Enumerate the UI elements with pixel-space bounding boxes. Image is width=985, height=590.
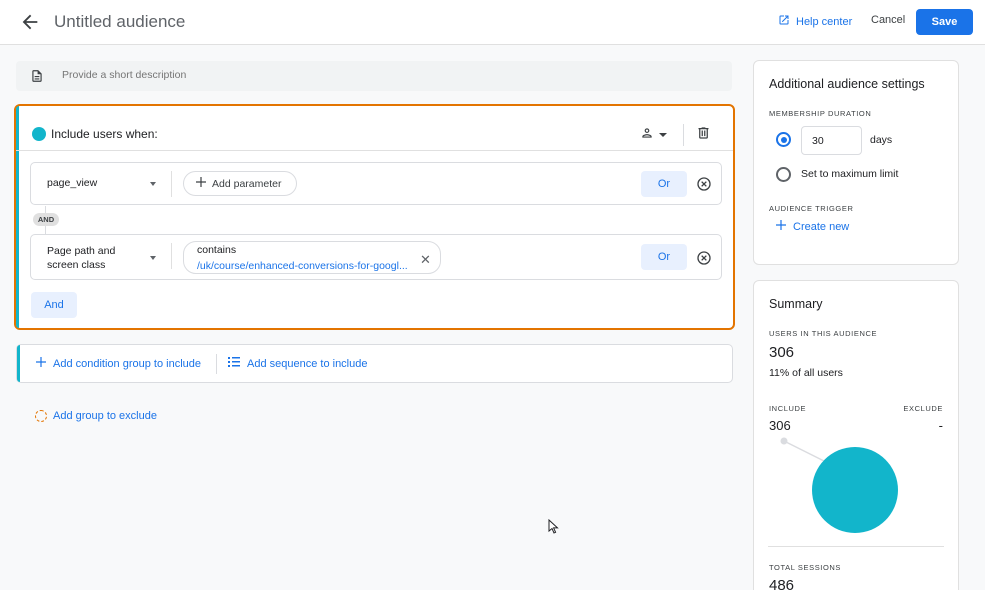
dimension-selector[interactable]: Page path and screen class [47, 244, 115, 272]
dimension-label-line1: Page path and [47, 245, 116, 257]
plus-icon [36, 357, 46, 370]
event-selector[interactable]: page_view [47, 177, 97, 189]
description-field[interactable] [16, 61, 732, 91]
add-bar-accent [17, 345, 20, 382]
create-new-label: Create new [793, 220, 850, 233]
or-button[interactable]: Or [641, 171, 687, 197]
users-count: 306 [769, 344, 795, 361]
and-connector-badge: AND [33, 213, 59, 226]
group-color-dot [32, 127, 46, 141]
add-group-bar: Add condition group to include Add seque… [16, 344, 733, 383]
summary-divider [768, 546, 944, 547]
list-icon [228, 357, 240, 370]
top-bar: Untitled audience Help center Cancel Sav… [0, 0, 985, 45]
add-sequence-label: Add sequence to include [247, 357, 368, 370]
total-sessions-label: TOTAL SESSIONS [769, 563, 842, 572]
description-input[interactable] [62, 69, 662, 81]
cancel-button[interactable]: Cancel [871, 14, 905, 26]
duration-days-radio[interactable] [776, 132, 791, 147]
user-scope-dropdown[interactable] [640, 126, 668, 145]
dashed-circle-icon [35, 410, 47, 422]
settings-title: Additional audience settings [769, 77, 925, 91]
back-arrow-icon[interactable] [19, 11, 41, 33]
add-sequence-button[interactable]: Add sequence to include [228, 357, 367, 370]
row-divider [171, 171, 172, 197]
pie-leader-line [783, 440, 825, 462]
dropdown-caret-icon[interactable] [150, 182, 156, 186]
row-divider [171, 243, 172, 269]
document-icon [30, 68, 44, 89]
plus-icon [196, 177, 206, 190]
dimension-label-line2: screen class [47, 259, 106, 271]
condition-operator: contains [197, 244, 237, 256]
users-share: 11% of all users [769, 367, 843, 379]
summary-title: Summary [769, 297, 823, 311]
condition-row: page_view Add parameter Or [30, 162, 722, 205]
help-center-link[interactable]: Help center [778, 14, 852, 29]
membership-duration-label: MEMBERSHIP DURATION [769, 109, 872, 118]
add-condition-group-label: Add condition group to include [53, 357, 201, 370]
or-button[interactable]: Or [641, 244, 687, 270]
condition-value: /uk/course/enhanced-conversions-for-goog… [197, 260, 408, 272]
add-parameter-label: Add parameter [212, 177, 282, 190]
audience-pie-chart [774, 431, 954, 541]
include-users-label: Include users when: [51, 127, 158, 141]
save-button[interactable]: Save [916, 9, 973, 35]
remove-condition-icon[interactable] [696, 250, 712, 271]
include-condition-group: Include users when: page_view Add parame… [14, 104, 735, 330]
open-in-new-icon [778, 14, 790, 29]
add-bar-divider [216, 354, 217, 374]
audience-settings-panel: Additional audience settings MEMBERSHIP … [753, 60, 959, 265]
users-in-audience-label: USERS IN THIS AUDIENCE [769, 329, 878, 338]
create-trigger-button[interactable]: Create new [776, 220, 849, 233]
summary-panel: Summary USERS IN THIS AUDIENCE 306 11% o… [753, 280, 959, 590]
group-header: Include users when: [16, 106, 733, 151]
dropdown-caret-icon[interactable] [150, 256, 156, 260]
pie-slice-include [812, 447, 898, 533]
exclude-label: EXCLUDE [903, 404, 943, 413]
page-title: Untitled audience [54, 12, 186, 31]
add-exclude-group-label: Add group to exclude [53, 410, 157, 422]
delete-icon[interactable] [696, 125, 711, 146]
condition-chip[interactable]: contains /uk/course/enhanced-conversions… [183, 241, 441, 274]
header-divider [683, 124, 684, 146]
chevron-down-icon [658, 127, 668, 145]
maximum-limit-radio[interactable] [776, 167, 791, 182]
and-button[interactable]: And [31, 292, 77, 318]
remove-condition-icon[interactable] [696, 176, 712, 197]
person-icon [640, 126, 654, 145]
audience-trigger-label: AUDIENCE TRIGGER [769, 204, 854, 213]
add-exclude-group-button[interactable]: Add group to exclude [35, 410, 157, 422]
mouse-pointer-icon [548, 518, 559, 539]
include-label: INCLUDE [769, 404, 807, 413]
plus-icon [776, 220, 786, 233]
total-sessions-count: 486 [769, 577, 795, 590]
add-condition-group-button[interactable]: Add condition group to include [36, 357, 201, 370]
pie-leader-dot [780, 437, 788, 445]
condition-row: Page path and screen class contains /uk/… [30, 234, 722, 280]
clear-chip-icon[interactable]: ✕ [420, 252, 431, 268]
duration-input[interactable] [801, 126, 862, 155]
help-center-label: Help center [796, 15, 853, 28]
add-parameter-button[interactable]: Add parameter [183, 171, 297, 196]
maximum-limit-label: Set to maximum limit [801, 168, 899, 180]
days-label: days [870, 134, 893, 146]
